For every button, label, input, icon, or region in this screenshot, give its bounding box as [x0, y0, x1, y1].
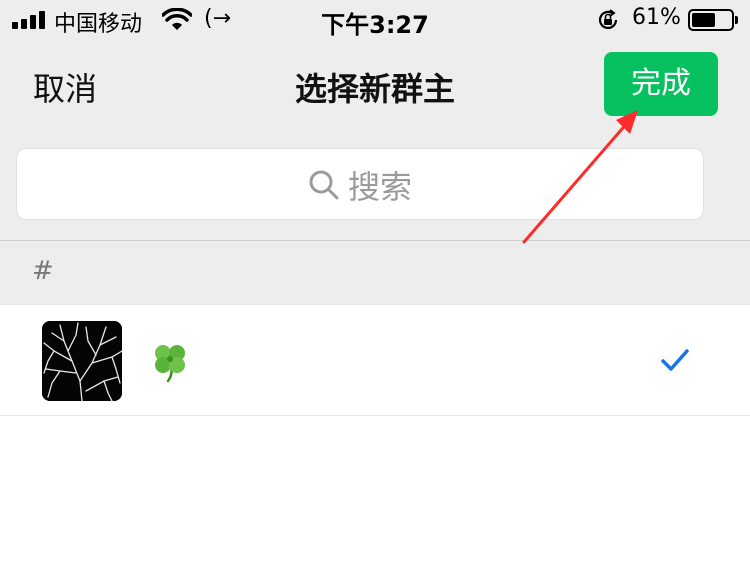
- search-icon: [309, 170, 339, 200]
- status-bar: 中国移动 (→ 下午3:27 61%: [0, 0, 750, 40]
- battery-icon: [688, 9, 738, 31]
- four-leaf-clover-icon: [155, 345, 185, 383]
- battery-fill: [692, 13, 715, 27]
- selected-check-icon: [661, 349, 689, 371]
- avatar: [42, 321, 122, 401]
- search-placeholder: 搜索: [347, 168, 412, 206]
- section-header: #: [0, 240, 750, 304]
- done-button[interactable]: 完成: [604, 52, 718, 116]
- list-item[interactable]: [0, 304, 750, 416]
- battery-percent: 61%: [632, 5, 681, 30]
- search-input[interactable]: 搜索: [16, 148, 704, 220]
- rotation-lock-icon: [598, 9, 618, 29]
- section-index-label: #: [32, 256, 54, 286]
- cancel-button[interactable]: 取消: [33, 64, 97, 110]
